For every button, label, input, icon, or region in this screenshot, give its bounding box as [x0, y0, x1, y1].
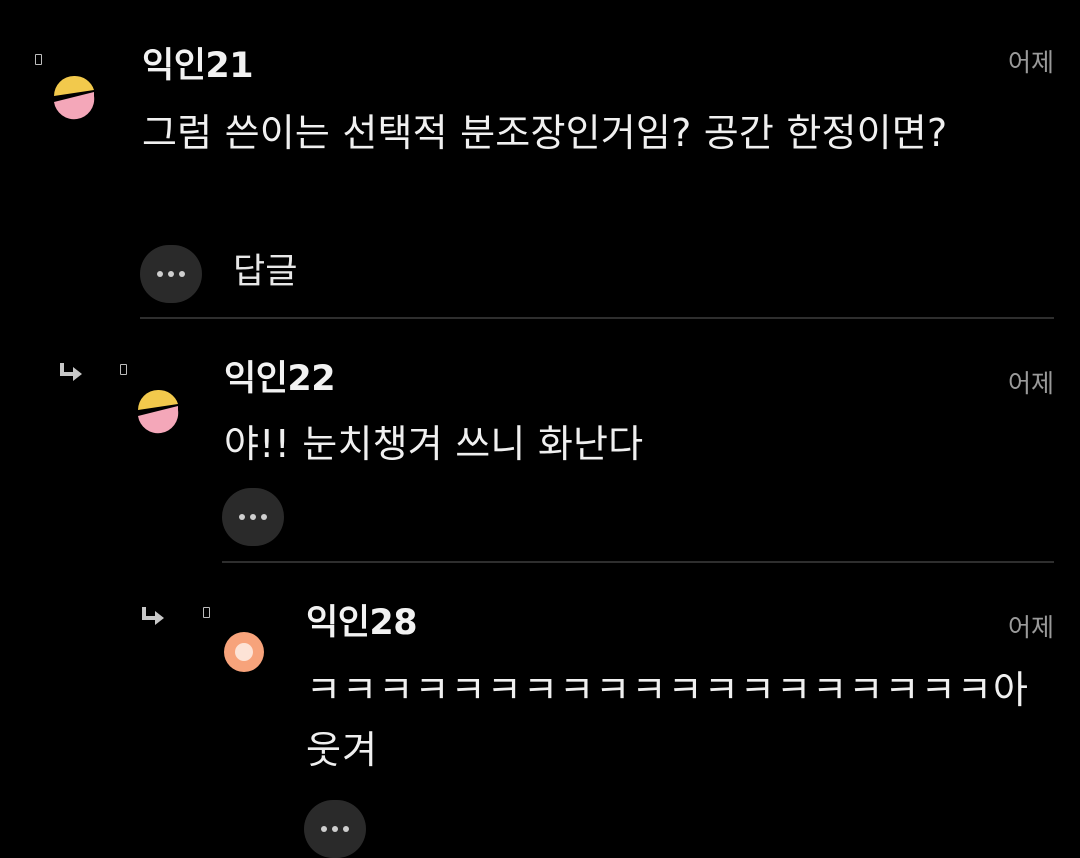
comment-body: ㅋㅋㅋㅋㅋㅋㅋㅋㅋㅋㅋㅋㅋㅋㅋㅋㅋㅋㅋ아웃겨 — [306, 668, 1030, 772]
bookmark-marker-icon — [203, 607, 210, 618]
comment-item: 익인28 어제 ㅋㅋㅋㅋㅋㅋㅋㅋㅋㅋㅋㅋㅋㅋㅋㅋㅋㅋㅋ아웃겨 — [0, 0, 1080, 858]
avatar-icon — [224, 632, 264, 672]
reply-arrow-icon — [142, 607, 164, 625]
dot-icon — [332, 826, 338, 832]
comment-author[interactable]: 익인28 — [306, 603, 418, 643]
dot-icon — [343, 826, 349, 832]
comment-timestamp: 어제 — [1007, 613, 1054, 642]
dot-icon — [321, 826, 327, 832]
more-options-button[interactable] — [304, 800, 366, 858]
